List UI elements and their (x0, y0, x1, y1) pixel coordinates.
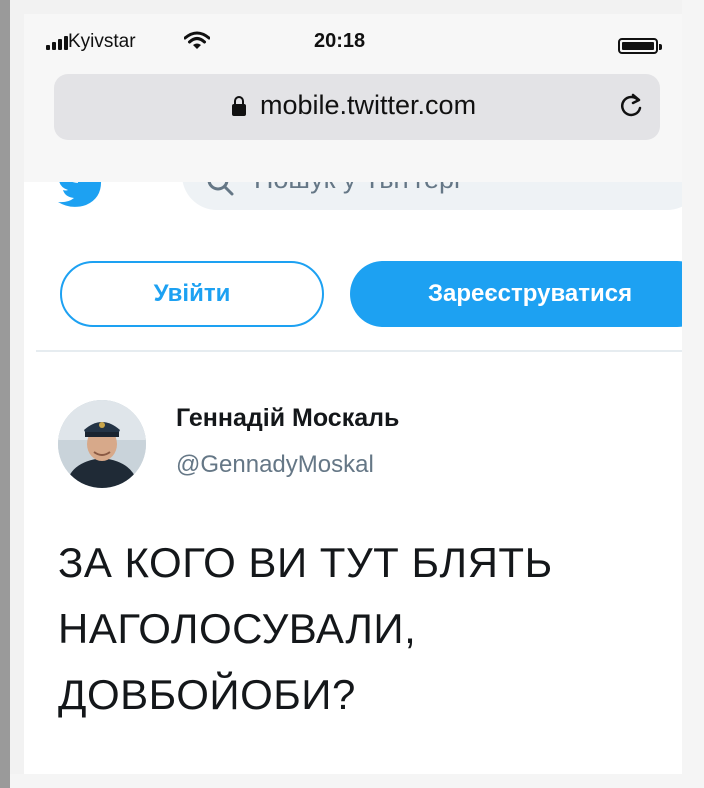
divider (36, 350, 682, 352)
clock: 20:18 (314, 30, 366, 52)
signal-icon (46, 36, 68, 50)
search-icon (207, 182, 234, 196)
login-button[interactable]: Увійти (60, 261, 324, 327)
phone-screen: Kyivstar 20:18 mobile.twitter.com Увійти… (24, 14, 682, 774)
left-frame-bar (0, 0, 10, 788)
tweet-text: ЗА КОГО ВИ ТУТ БЛЯТЬ НАГОЛОСУВАЛИ, ДОВБО… (58, 530, 658, 728)
author-handle[interactable]: @GennadyMoskal (176, 451, 374, 479)
tweet-line: НАГОЛОСУВАЛИ, (58, 605, 417, 652)
author-name[interactable]: Геннадій Москаль (176, 404, 399, 433)
signup-button[interactable]: Зареєструватися (350, 261, 682, 327)
twitter-header: Пошук у Твіттері (24, 182, 682, 222)
status-bar: Kyivstar 20:18 (24, 14, 682, 72)
bottom-gutter (10, 774, 704, 788)
right-gutter (682, 0, 704, 788)
search-placeholder: Пошук у Твіттері (254, 182, 460, 195)
browser-chrome: mobile.twitter.com (24, 72, 682, 182)
address-bar[interactable]: mobile.twitter.com (54, 74, 660, 140)
tweet-line: ЗА КОГО ВИ ТУТ БЛЯТЬ (58, 539, 553, 586)
url-text: mobile.twitter.com (260, 90, 477, 120)
reload-icon[interactable] (620, 91, 644, 119)
wifi-icon (184, 31, 210, 49)
tweet-line: ДОВБОЙОБИ? (58, 671, 356, 718)
avatar-photo (58, 400, 146, 488)
twitter-bird-icon[interactable] (56, 182, 106, 208)
search-input[interactable]: Пошук у Твіттері (182, 182, 682, 210)
avatar[interactable] (58, 400, 146, 488)
carrier-name: Kyivstar (68, 31, 136, 52)
battery-icon (618, 38, 662, 54)
lock-icon (232, 96, 246, 116)
